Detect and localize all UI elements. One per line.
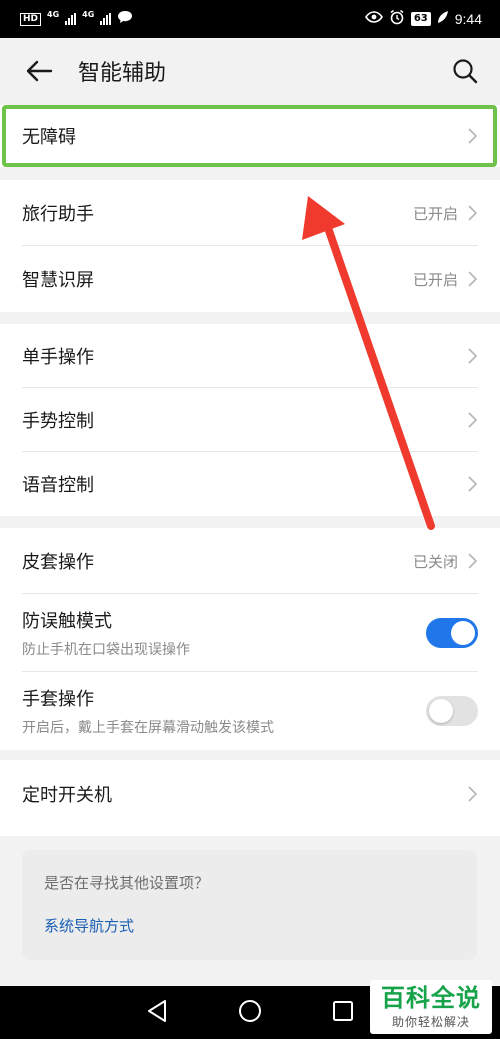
group-accessibility: 无障碍	[0, 105, 500, 167]
glove-mode-texts: 手套操作 开启后，戴上手套在屏幕滑动触发该模式	[22, 685, 426, 737]
row-one-hand[interactable]: 单手操作	[0, 324, 500, 388]
accessibility-label: 无障碍	[22, 127, 76, 148]
row-smart-screen[interactable]: 智慧识屏 已开启	[0, 246, 500, 312]
one-hand-label: 单手操作	[22, 347, 94, 368]
travel-assistant-label: 旅行助手	[22, 204, 94, 225]
battery-icon: 63	[410, 12, 431, 26]
page-title: 智能辅助	[78, 61, 167, 86]
back-button[interactable]	[22, 54, 56, 88]
network-type-1: 4G	[47, 9, 60, 19]
nav-home-button[interactable]	[238, 999, 262, 1027]
smart-screen-label: 智慧识屏	[22, 270, 94, 291]
arrow-left-icon	[26, 60, 53, 82]
suggestion-question: 是否在寻找其他设置项？	[44, 874, 210, 892]
charging-icon	[437, 10, 449, 28]
watermark-slogan: 助你轻松解决	[391, 1014, 470, 1029]
watermark-logo: 百科全说 助你轻松解决	[370, 980, 492, 1034]
status-right: 63 9:44	[364, 9, 482, 29]
flip-cover-status: 已关闭	[412, 552, 458, 571]
group-assistants: 旅行助手 已开启 智慧识屏 已开启	[0, 180, 500, 312]
message-icon	[117, 10, 133, 28]
search-button[interactable]	[448, 54, 482, 88]
row-gesture[interactable]: 手势控制	[0, 388, 500, 452]
chevron-right-icon	[466, 476, 478, 492]
row-accessibility[interactable]: 无障碍	[0, 105, 500, 167]
pocket-mode-description: 防止手机在口袋出现误操作	[22, 642, 190, 658]
eye-comfort-icon	[364, 11, 383, 27]
watermark-title: 百科全说	[381, 983, 481, 1012]
smart-screen-status: 已开启	[412, 270, 458, 289]
toggle-knob	[429, 699, 453, 723]
chevron-right-icon	[466, 205, 478, 221]
hd-badge: HD	[20, 12, 42, 26]
glove-mode-label: 手套操作	[22, 689, 94, 710]
nav-recents-button[interactable]	[332, 1000, 354, 1026]
suggestion-card: 是否在寻找其他设置项？ 系统导航方式	[22, 850, 477, 960]
chevron-right-icon	[466, 412, 478, 428]
chevron-right-icon	[466, 348, 478, 364]
network-type-2: 4G	[82, 9, 95, 19]
voice-label: 语音控制	[22, 475, 94, 496]
row-pocket-mode: 防误触模式 防止手机在口袋出现误操作	[0, 594, 500, 672]
nav-back-button[interactable]	[146, 999, 168, 1027]
glove-mode-toggle[interactable]	[426, 696, 478, 726]
signal-icon-2	[100, 13, 112, 25]
chevron-right-icon	[466, 128, 478, 144]
row-scheduled-power[interactable]: 定时开关机	[0, 760, 500, 828]
glove-mode-description: 开启后，戴上手套在屏幕滑动触发该模式	[22, 720, 274, 736]
chevron-right-icon	[466, 786, 478, 802]
pocket-mode-label: 防误触模式	[22, 611, 112, 632]
search-icon	[453, 59, 478, 84]
flip-cover-label: 皮套操作	[22, 552, 94, 573]
circle-home-icon	[239, 999, 261, 1022]
chevron-right-icon	[466, 553, 478, 569]
clock: 9:44	[454, 11, 482, 27]
chevron-right-icon	[466, 271, 478, 287]
pocket-mode-toggle[interactable]	[426, 618, 478, 648]
signal-icon	[65, 13, 77, 25]
travel-assistant-status: 已开启	[412, 204, 458, 223]
app-bar: 智能辅助	[0, 38, 500, 104]
pocket-mode-texts: 防误触模式 防止手机在口袋出现误操作	[22, 607, 426, 659]
row-voice[interactable]: 语音控制	[0, 452, 500, 516]
status-left: HD 4G 4G	[20, 10, 133, 28]
square-recents-icon	[333, 1000, 353, 1021]
triangle-back-icon	[148, 999, 166, 1022]
gesture-label: 手势控制	[22, 411, 94, 432]
row-travel-assistant[interactable]: 旅行助手 已开启	[0, 180, 500, 246]
group-controls: 单手操作 手势控制 语音控制	[0, 324, 500, 516]
alarm-icon	[389, 9, 405, 29]
row-glove-mode: 手套操作 开启后，戴上手套在屏幕滑动触发该模式	[0, 672, 500, 750]
status-bar: HD 4G 4G 63 9:44	[0, 0, 500, 38]
scheduled-power-label: 定时开关机	[22, 785, 112, 806]
group-modes: 皮套操作 已关闭 防误触模式 防止手机在口袋出现误操作 手套操作 开启后，戴上手…	[0, 528, 500, 750]
toggle-knob	[451, 621, 475, 645]
system-navigation-link[interactable]: 系统导航方式	[44, 915, 455, 936]
row-flip-cover[interactable]: 皮套操作 已关闭	[0, 528, 500, 594]
group-power: 定时开关机	[0, 760, 500, 836]
